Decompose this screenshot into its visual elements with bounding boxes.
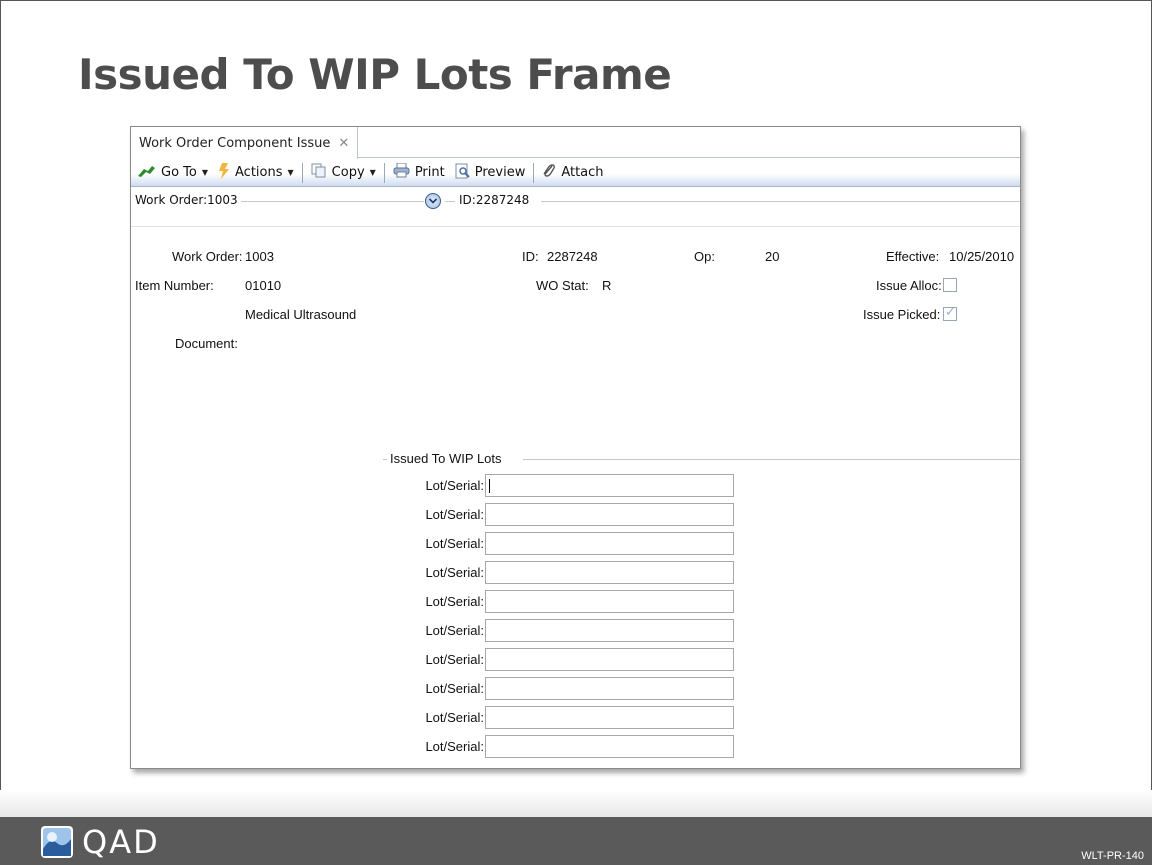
work-order-label: Work Order: [172,249,243,264]
lot-serial-row: Lot/Serial: [381,561,741,585]
lot-serial-row: Lot/Serial: [381,648,741,672]
breadcrumb-id: ID:2287248 [459,193,530,207]
attach-label: Attach [561,165,604,180]
text-cursor [489,479,490,493]
item-number-value: 01010 [245,278,282,293]
lot-serial-label: Lot/Serial: [425,681,484,696]
lot-serial-label: Lot/Serial: [425,536,484,551]
tab-strip: Work Order Component Issue ✕ [131,127,1020,159]
frame-divider [523,459,1020,460]
chevron-down-icon: ▼ [369,168,376,177]
print-label: Print [414,165,445,180]
work-order-value: 1003 [245,249,274,264]
lot-serial-row: Lot/Serial: [381,677,741,701]
printer-icon [393,162,410,182]
divider [541,201,1020,202]
op-label: Op: [694,249,715,264]
qad-logo-icon [41,826,73,858]
goto-button[interactable]: Go To ▼ [133,161,213,185]
lot-serial-input[interactable] [485,561,734,584]
copy-label: Copy [331,165,365,180]
expand-toggle-icon[interactable] [425,193,441,209]
toolbar-separator [383,162,385,183]
chevron-down-icon: ▼ [287,168,294,177]
issue-alloc-checkbox[interactable] [943,278,957,292]
issue-alloc-label: Issue Alloc: [876,278,942,293]
slide-title: Issued To WIP Lots Frame [78,50,672,99]
tab-work-order-component-issue[interactable]: Work Order Component Issue ✕ [131,127,359,159]
item-number-label: Item Number: [135,278,214,293]
toolbar: Go To ▼ Actions ▼ Copy ▼ Print Preview A… [131,159,1020,187]
goto-label: Go To [161,165,197,180]
lot-serial-input[interactable] [485,590,734,613]
chevron-down-icon: ▼ [201,168,209,177]
lot-serial-input[interactable] [485,619,734,642]
wo-stat-label: WO Stat: [536,278,589,293]
id-value: 2287248 [547,249,598,264]
lot-serial-row: Lot/Serial: [381,735,741,759]
item-description: Medical Ultrasound [245,307,357,322]
lot-serial-input[interactable] [485,474,734,497]
app-window: Work Order Component Issue ✕ Go To ▼ Act… [130,126,1021,769]
lot-serial-input[interactable] [485,648,734,671]
footer-fade [0,790,1152,818]
lot-serial-input[interactable] [485,706,734,729]
toolbar-separator [533,162,535,183]
lot-serial-label: Lot/Serial: [425,478,484,493]
logo-text: QAD [82,823,160,861]
lot-serial-row: Lot/Serial: [381,503,741,527]
lot-serial-row: Lot/Serial: [381,706,741,730]
lot-serial-row: Lot/Serial: [381,590,741,614]
effective-value: 10/25/2010 [949,249,1015,264]
lot-serial-label: Lot/Serial: [425,623,484,638]
issue-picked-label: Issue Picked: [863,307,941,322]
copy-button[interactable]: Copy ▼ [306,161,381,185]
breadcrumb-work-order: Work Order:1003 [135,193,238,207]
lightning-icon [218,162,230,183]
lot-serial-row: Lot/Serial: [381,619,741,643]
actions-button[interactable]: Actions ▼ [213,161,299,185]
tab-label: Work Order Component Issue [139,135,331,151]
lot-serial-row: Lot/Serial: [381,474,741,498]
op-value: 20 [765,249,780,264]
copy-icon [311,163,327,182]
lot-serial-row: Lot/Serial: [381,532,741,556]
lot-serial-input[interactable] [485,503,734,526]
breadcrumb: Work Order:1003 ID:2287248 [131,188,1020,214]
toolbar-separator [301,162,303,183]
preview-icon [455,163,470,183]
lot-serial-label: Lot/Serial: [425,565,484,580]
attach-button[interactable]: Attach [537,161,608,185]
lot-serial-label: Lot/Serial: [425,739,484,754]
wip-lots-frame-title: Issued To WIP Lots [387,451,505,466]
lot-serial-input[interactable] [485,532,734,555]
actions-label: Actions [235,165,283,180]
issue-picked-checkbox[interactable] [943,305,957,321]
print-button[interactable]: Print [388,161,450,185]
slide-code: WLT-PR-140 [1081,850,1144,862]
effective-label: Effective: [886,249,940,264]
lot-serial-input[interactable] [485,677,734,700]
divider [241,201,424,202]
divider [131,226,1020,227]
paperclip-icon [542,163,556,183]
qad-logo: QAD [40,825,160,859]
preview-button[interactable]: Preview [450,161,531,185]
preview-label: Preview [474,165,526,180]
lot-serial-label: Lot/Serial: [425,594,484,609]
lot-serial-label: Lot/Serial: [425,710,484,725]
wo-stat-value: R [602,278,612,293]
document-label: Document: [175,336,238,351]
footer-bar: QAD WLT-PR-140 [0,817,1152,865]
lot-serial-input[interactable] [485,735,734,758]
id-label: ID: [522,249,539,264]
lot-serial-label: Lot/Serial: [425,507,484,522]
lot-serial-label: Lot/Serial: [425,652,484,667]
close-icon[interactable]: ✕ [338,136,349,151]
goto-arrow-icon [138,165,156,181]
divider [445,201,455,202]
